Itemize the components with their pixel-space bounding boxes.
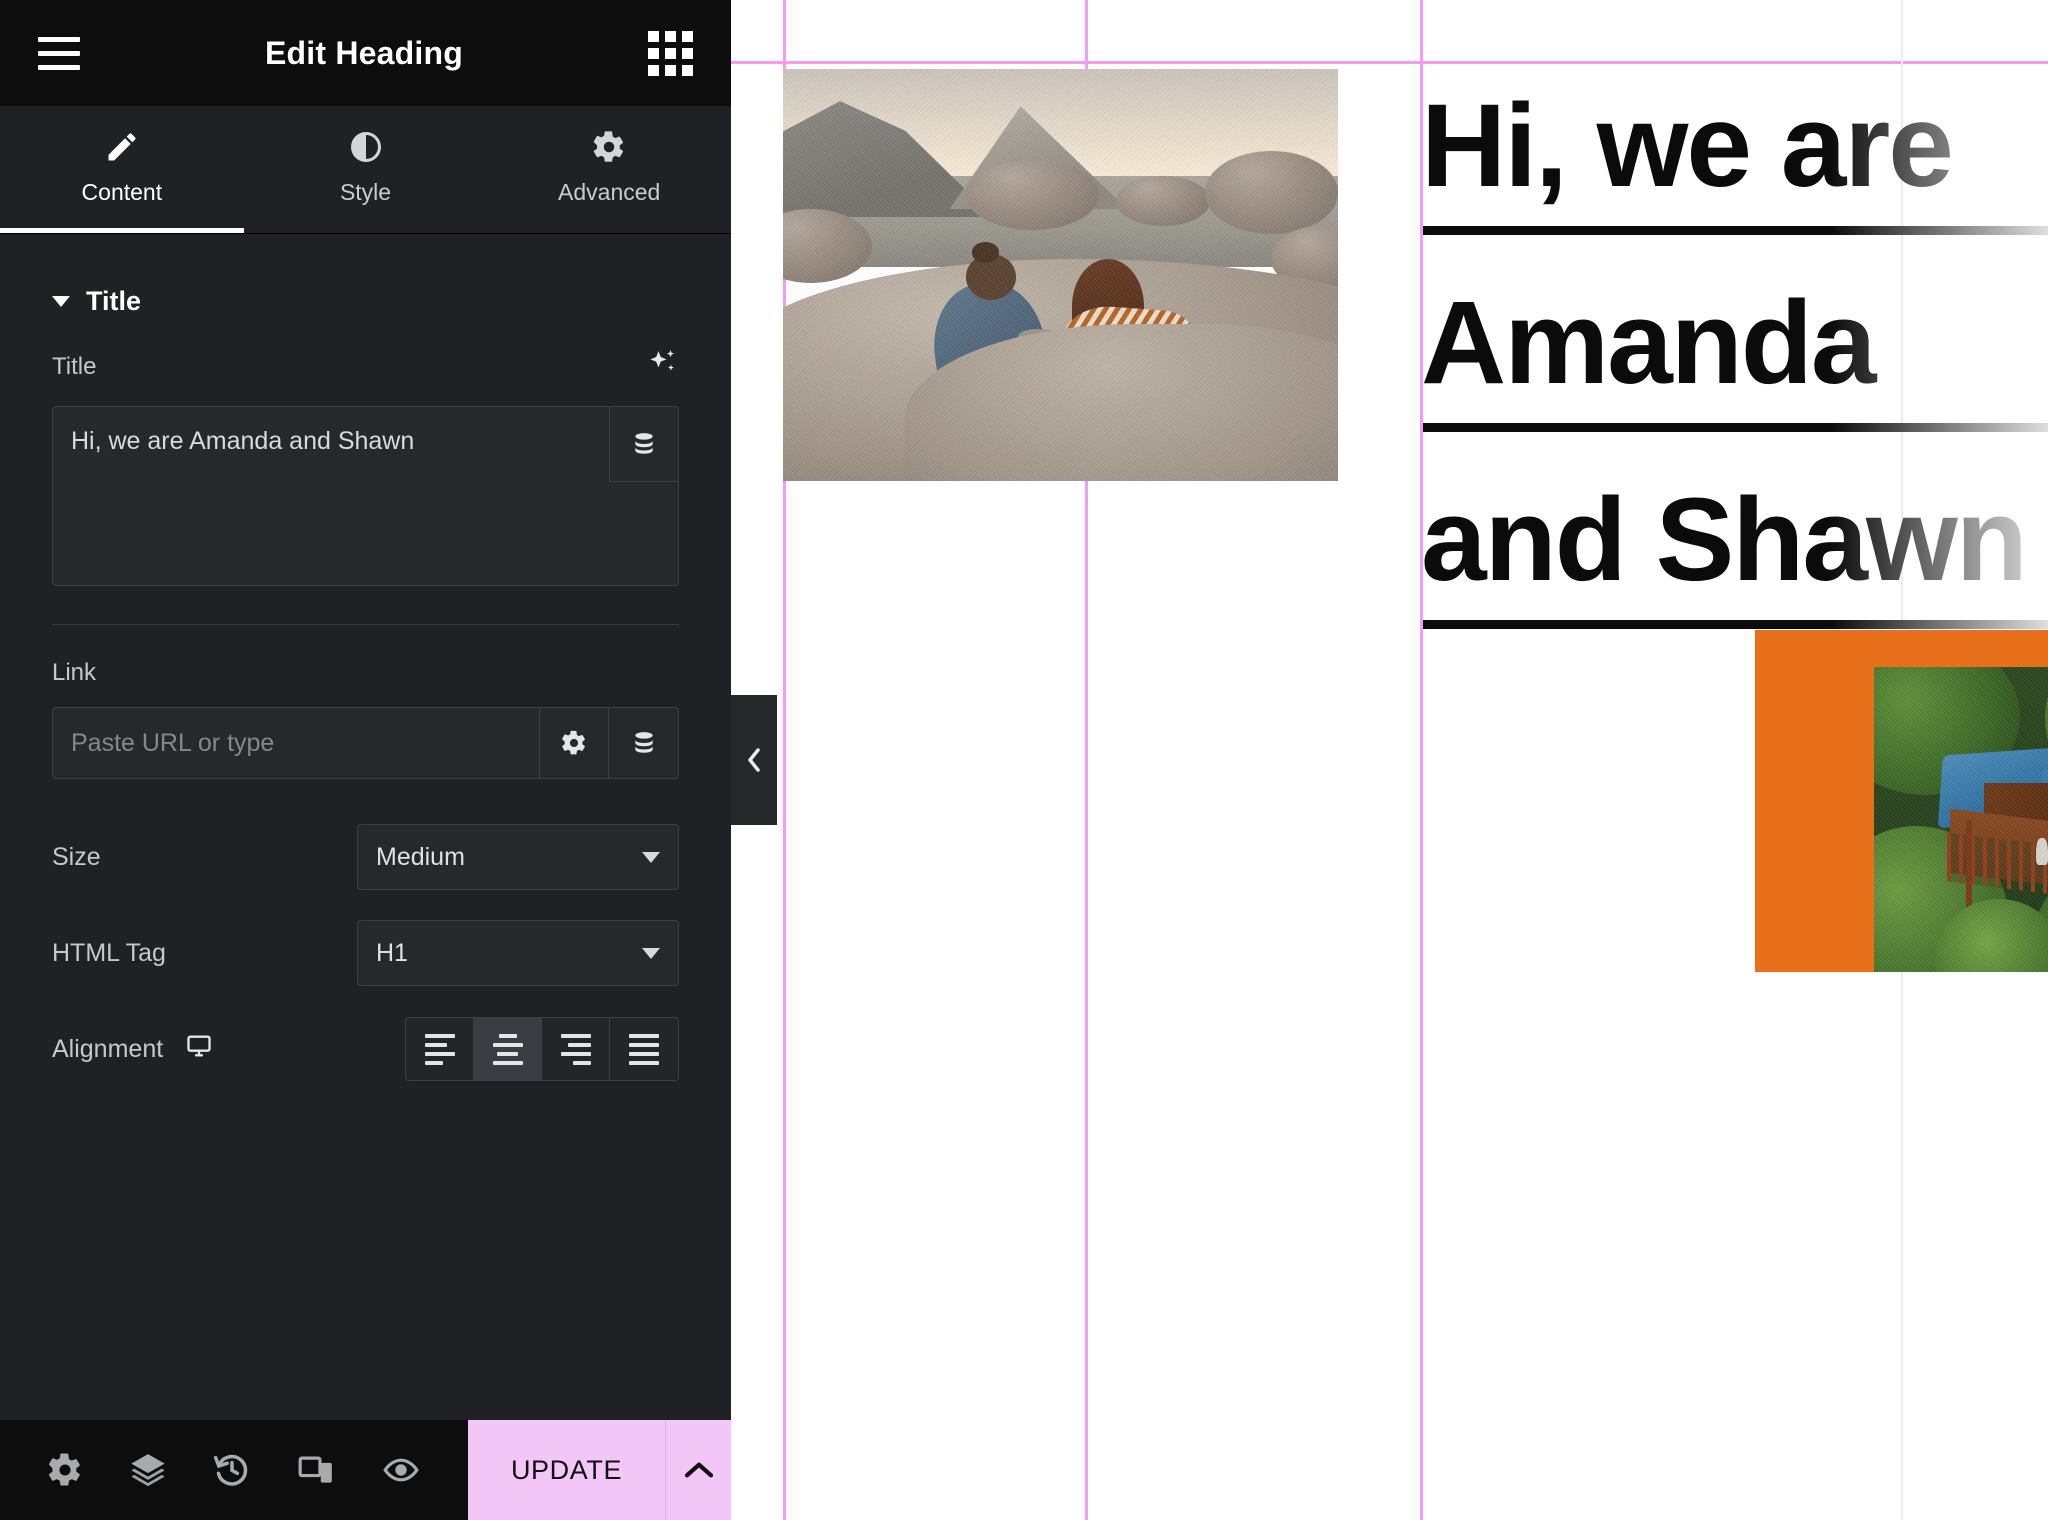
field-title-label: Title	[52, 352, 97, 380]
align-left-icon	[424, 1033, 455, 1065]
size-select[interactable]: Medium	[357, 824, 679, 890]
database-stack-icon	[635, 433, 653, 454]
field-link: Link	[0, 659, 731, 779]
chevron-down-icon	[642, 851, 660, 863]
field-link-input-row	[52, 707, 679, 779]
chevron-down-icon	[642, 947, 660, 959]
panel-footer: UPDATE	[0, 1420, 731, 1520]
heading-line-2: Amanda	[1421, 263, 2048, 432]
widget-grid-icon[interactable]	[648, 30, 693, 76]
html-tag-select-value: H1	[376, 938, 408, 967]
panel-tabs: Content Style Advanced	[0, 106, 731, 234]
database-stack-icon	[634, 732, 653, 753]
preview-eye-icon[interactable]	[380, 1451, 422, 1489]
align-justify-button[interactable]	[610, 1018, 678, 1080]
field-html-tag: HTML Tag H1	[0, 905, 731, 1001]
size-select-value: Medium	[376, 842, 465, 871]
chevron-up-icon	[684, 1462, 713, 1478]
field-alignment: Alignment	[0, 1001, 731, 1097]
html-tag-select[interactable]: H1	[357, 920, 679, 986]
align-justify-icon	[629, 1033, 659, 1065]
field-alignment-label: Alignment	[52, 1034, 164, 1063]
field-alignment-label-group: Alignment	[52, 1032, 405, 1067]
editor-root: Hi, we are Amanda and Shawn Edit Heading…	[0, 0, 2048, 1520]
tab-advanced-label: Advanced	[558, 178, 661, 205]
editor-panel: Edit Heading Content Style Advanced Titl…	[0, 0, 731, 1520]
section-title-header[interactable]: Title	[0, 234, 731, 347]
update-button[interactable]: UPDATE	[468, 1420, 665, 1520]
field-divider	[52, 624, 679, 625]
tab-style[interactable]: Style	[244, 106, 488, 233]
align-right-icon	[560, 1033, 591, 1065]
align-right-button[interactable]	[542, 1018, 610, 1080]
chevron-left-icon	[748, 748, 760, 772]
heading-line-3: and Shawn	[1421, 460, 2048, 629]
title-textarea[interactable]	[52, 406, 679, 586]
heading-widget[interactable]: Hi, we are Amanda and Shawn	[1421, 66, 2048, 657]
guide-horizontal	[731, 61, 2048, 64]
heading-line-1: Hi, we are	[1421, 66, 2048, 235]
update-options-button[interactable]	[665, 1420, 731, 1520]
section-title-label: Title	[86, 286, 142, 316]
field-title: Title	[0, 347, 731, 586]
tab-content-label: Content	[81, 178, 163, 205]
align-center-icon	[492, 1033, 523, 1065]
tab-content[interactable]: Content	[0, 106, 244, 233]
layers-navigator-icon[interactable]	[127, 1451, 169, 1489]
align-center-button[interactable]	[474, 1018, 542, 1080]
pencil-icon	[108, 132, 136, 160]
field-link-label-row: Link	[52, 659, 679, 687]
panel-collapse-handle[interactable]	[731, 695, 777, 825]
gear-icon	[593, 130, 624, 162]
alignment-button-group	[405, 1017, 679, 1081]
couple-on-rocks-photo[interactable]	[783, 69, 1338, 481]
photo-texture-overlay	[783, 69, 1338, 481]
link-input[interactable]	[52, 707, 539, 779]
panel-title: Edit Heading	[265, 34, 463, 71]
tab-style-label: Style	[339, 178, 392, 205]
align-left-button[interactable]	[406, 1018, 474, 1080]
desktop-monitor-icon[interactable]	[185, 1032, 213, 1067]
chevron-down-icon	[52, 296, 70, 307]
hamburger-menu-icon[interactable]	[38, 36, 80, 70]
tab-advanced[interactable]: Advanced	[487, 106, 731, 233]
guide-vertical-content	[1420, 0, 1423, 1520]
field-html-tag-label: HTML Tag	[52, 938, 166, 967]
field-size: Size Medium	[0, 809, 731, 905]
treehouse-photo[interactable]	[1874, 667, 2048, 972]
link-dynamic-tags-button[interactable]	[609, 707, 679, 779]
sparkle-ai-icon[interactable]	[645, 347, 679, 386]
link-options-button[interactable]	[539, 707, 609, 779]
responsive-mode-icon[interactable]	[295, 1451, 337, 1489]
field-title-input-wrap	[52, 406, 679, 586]
field-link-label: Link	[52, 659, 97, 686]
field-title-label-row: Title	[52, 347, 679, 386]
settings-gear-icon[interactable]	[46, 1451, 84, 1489]
gear-icon	[562, 730, 585, 755]
page-canvas[interactable]: Hi, we are Amanda and Shawn	[731, 0, 2048, 1520]
photo-texture-overlay	[1874, 667, 2048, 972]
footer-icon-group	[0, 1420, 468, 1520]
title-dynamic-tags-button[interactable]	[609, 406, 679, 482]
contrast-half-circle-icon	[350, 131, 381, 162]
panel-header: Edit Heading	[0, 0, 731, 106]
panel-body: Title Title Hi, we are Amanda and Shawn …	[0, 234, 731, 1420]
history-revisions-icon[interactable]	[212, 1450, 252, 1490]
field-size-label: Size	[52, 842, 101, 871]
